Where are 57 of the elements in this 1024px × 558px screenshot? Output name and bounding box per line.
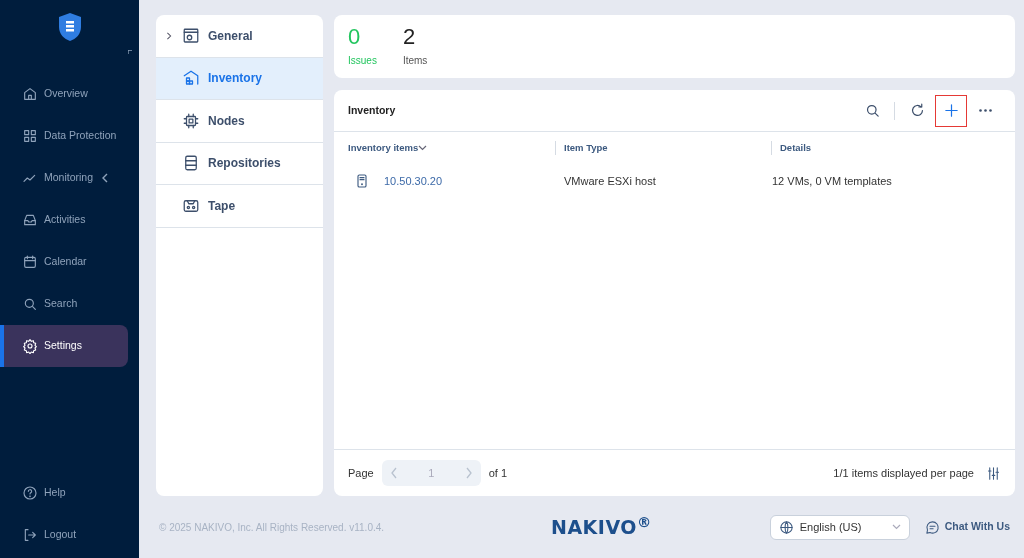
chat-link[interactable]: Chat With Us <box>924 519 1010 535</box>
help-icon <box>22 485 38 501</box>
summary-count: 0 <box>348 24 362 50</box>
more-icon <box>978 109 992 112</box>
calendar-icon <box>22 254 38 270</box>
column-header[interactable]: Details <box>780 140 812 156</box>
chevron-left-icon <box>101 173 109 183</box>
page-label: Page <box>348 465 374 481</box>
column-header[interactable]: Item Type <box>564 140 608 156</box>
sidebar-item[interactable]: Logout <box>0 514 128 556</box>
table-cell-text: VMware ESXi host <box>564 173 657 189</box>
sidebar-item[interactable]: Data Protection <box>0 115 128 157</box>
sidebar-item[interactable]: Monitoring <box>0 157 128 199</box>
host-link[interactable]: 10.50.30.20 <box>384 172 443 190</box>
server-icon <box>354 173 370 189</box>
collapse-handle-icon[interactable] <box>128 50 132 54</box>
add-icon <box>942 102 960 119</box>
summary-count: 2 <box>402 24 417 50</box>
language-select[interactable]: English (US) <box>769 514 910 540</box>
page-count: of 1 <box>488 465 508 481</box>
chip-icon <box>182 111 200 130</box>
window-gear-icon <box>182 26 200 45</box>
copyright-text: © 2025 NAKIVO, Inc. All Rights Reserved. v11.0.4. <box>158 520 386 535</box>
add-button[interactable] <box>935 94 967 127</box>
column-header[interactable]: Inventory items <box>348 140 419 156</box>
logout-icon <box>22 527 38 543</box>
per-page-text: 1/1 items displayed per page <box>833 465 974 481</box>
dropdown-chevron-icon <box>891 524 901 530</box>
sliders-icon <box>986 465 1001 481</box>
settings-nav-item[interactable]: General <box>156 15 323 58</box>
shield-logo-icon <box>57 12 82 42</box>
table-cell-text: 12 VMs, 0 VM templates <box>772 173 892 189</box>
sidebar-item[interactable]: Calendar <box>0 241 128 283</box>
sidebar-item[interactable]: Overview <box>0 73 128 115</box>
summary-label: Items <box>402 54 428 69</box>
nakivo-logo: NAKIVO$^{®}$ <box>551 512 652 540</box>
buildings-icon <box>182 69 200 88</box>
settings-nav-item[interactable]: Repositories <box>156 142 323 185</box>
settings-nav-item[interactable]: Inventory <box>156 57 323 100</box>
sort-chevron-icon[interactable] <box>418 145 428 151</box>
sidebar-item[interactable]: Activities <box>0 199 128 241</box>
summary-label: Issues <box>348 54 377 69</box>
search-icon <box>22 296 38 312</box>
chevron-right-icon <box>165 30 173 41</box>
chat-bubble-icon <box>924 519 940 535</box>
sidebar-item[interactable]: Search <box>0 283 128 325</box>
settings-nav-item[interactable]: Tape <box>156 185 323 228</box>
sidebar-item[interactable]: Settings <box>0 325 128 367</box>
stack-icon <box>182 154 200 173</box>
settings-icon <box>22 338 38 354</box>
home-icon <box>22 86 38 102</box>
grid-icon <box>22 128 38 144</box>
panel-title: Inventory <box>348 102 396 118</box>
sidebar-item[interactable]: Help <box>0 472 128 514</box>
settings-nav-item[interactable]: Nodes <box>156 100 323 143</box>
globe-icon <box>778 519 794 535</box>
inbox-icon <box>22 212 38 228</box>
